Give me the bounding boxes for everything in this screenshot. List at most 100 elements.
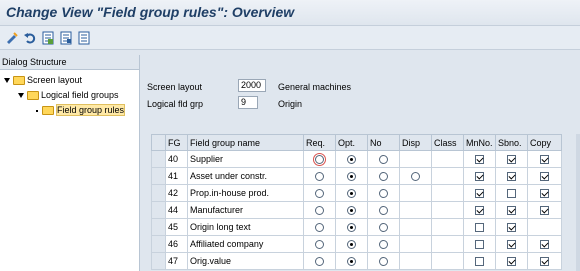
req-radio[interactable]: [315, 257, 324, 267]
req-radio[interactable]: [315, 189, 324, 199]
cell-mnno: [463, 218, 496, 236]
disp-radio[interactable]: [411, 172, 420, 182]
cell-no: [367, 201, 400, 219]
select-all-icon[interactable]: [58, 30, 74, 46]
opt-radio[interactable]: [347, 240, 356, 250]
req-radio[interactable]: [315, 172, 324, 182]
sbno-checkbox[interactable]: [507, 223, 516, 233]
opt-radio[interactable]: [347, 223, 356, 233]
column-header-fg[interactable]: FG: [165, 134, 188, 151]
expand-triangle-icon[interactable]: [4, 78, 10, 84]
cell-class: [431, 201, 464, 219]
cell-no: [367, 150, 400, 168]
row-selector[interactable]: [151, 184, 166, 202]
no-radio[interactable]: [379, 240, 388, 250]
copy-checkbox[interactable]: [540, 155, 549, 165]
mnno-checkbox[interactable]: [475, 257, 484, 267]
table-row[interactable]: 45 Origin long text: [151, 218, 562, 236]
copy-checkbox[interactable]: [540, 189, 549, 199]
tree-item-field-group-rules[interactable]: Field group rules: [36, 103, 126, 117]
column-header-class[interactable]: Class: [431, 134, 464, 151]
row-selector[interactable]: [151, 218, 166, 236]
copy-checkbox[interactable]: [540, 240, 549, 250]
cell-no: [367, 184, 400, 202]
table-row[interactable]: 47 Orig.value: [151, 252, 562, 270]
copy-checkbox[interactable]: [540, 257, 549, 267]
column-header-no[interactable]: No: [367, 134, 400, 151]
mnno-checkbox[interactable]: [475, 172, 484, 182]
logical-fld-grp-field[interactable]: 9: [238, 96, 258, 109]
column-header-disp[interactable]: Disp: [399, 134, 432, 151]
no-radio[interactable]: [379, 223, 388, 233]
row-selector[interactable]: [151, 252, 166, 270]
opt-radio[interactable]: [347, 155, 356, 165]
cell-fg: 47: [165, 252, 188, 270]
tree-item-label: Logical field groups: [41, 90, 119, 100]
copy-checkbox[interactable]: [540, 206, 549, 216]
mnno-checkbox[interactable]: [475, 240, 484, 250]
sbno-checkbox[interactable]: [507, 257, 516, 267]
cell-opt: [335, 235, 368, 253]
row-selector[interactable]: [151, 201, 166, 219]
mnno-checkbox[interactable]: [475, 206, 484, 216]
mnno-checkbox[interactable]: [475, 155, 484, 165]
no-radio[interactable]: [379, 189, 388, 199]
req-radio[interactable]: [315, 206, 324, 216]
cell-sbno: [495, 150, 528, 168]
row-selector[interactable]: [151, 235, 166, 253]
save-entries-icon[interactable]: [40, 30, 56, 46]
cell-copy: [527, 167, 562, 185]
req-radio[interactable]: [315, 155, 324, 165]
cell-disp: [399, 184, 432, 202]
table-row[interactable]: 40 Supplier: [151, 150, 562, 168]
column-header-copy[interactable]: Copy: [527, 134, 562, 151]
column-header-sbno[interactable]: Sbno.: [495, 134, 528, 151]
opt-radio[interactable]: [347, 257, 356, 267]
opt-radio[interactable]: [347, 189, 356, 199]
cell-fg: 44: [165, 201, 188, 219]
cell-field-group-name: Prop.in-house prod.: [187, 184, 304, 202]
sbno-checkbox[interactable]: [507, 206, 516, 216]
mnno-checkbox[interactable]: [475, 223, 484, 233]
row-select-all-header[interactable]: [151, 134, 166, 151]
req-radio[interactable]: [315, 223, 324, 233]
cell-field-group-name: Affiliated company: [187, 235, 304, 253]
no-radio[interactable]: [379, 206, 388, 216]
expand-triangle-icon[interactable]: [18, 93, 24, 99]
no-radio[interactable]: [379, 155, 388, 165]
no-radio[interactable]: [379, 257, 388, 267]
table-row[interactable]: 42 Prop.in-house prod.: [151, 184, 562, 202]
tree-item-logical-field-groups[interactable]: Logical field groups: [18, 88, 119, 102]
req-radio[interactable]: [315, 240, 324, 250]
vertical-scrollbar[interactable]: [576, 134, 580, 271]
opt-radio[interactable]: [347, 172, 356, 182]
table-row[interactable]: 44 Manufacturer: [151, 201, 562, 219]
screen-layout-field[interactable]: 2000: [238, 79, 266, 92]
deselect-icon[interactable]: [76, 30, 92, 46]
tree-item-screen-layout[interactable]: Screen layout: [4, 73, 82, 87]
table-row[interactable]: 46 Affiliated company: [151, 235, 562, 253]
cell-sbno: [495, 167, 528, 185]
column-header-opt[interactable]: Opt.: [335, 134, 368, 151]
copy-checkbox[interactable]: [540, 172, 549, 182]
column-header-req[interactable]: Req.: [303, 134, 336, 151]
sbno-checkbox[interactable]: [507, 155, 516, 165]
mnno-checkbox[interactable]: [475, 189, 484, 199]
column-header-name[interactable]: Field group name: [187, 134, 304, 151]
cell-fg: 46: [165, 235, 188, 253]
sbno-checkbox[interactable]: [507, 189, 516, 199]
cell-copy: [527, 218, 562, 236]
cell-opt: [335, 252, 368, 270]
cell-opt: [335, 150, 368, 168]
opt-radio[interactable]: [347, 206, 356, 216]
sbno-checkbox[interactable]: [507, 240, 516, 250]
row-selector[interactable]: [151, 167, 166, 185]
column-header-mnno[interactable]: MnNo.: [463, 134, 496, 151]
row-selector[interactable]: [151, 150, 166, 168]
sbno-checkbox[interactable]: [507, 172, 516, 182]
tree-item-label: Screen layout: [27, 75, 83, 85]
undo-icon[interactable]: [22, 30, 38, 46]
no-radio[interactable]: [379, 172, 388, 182]
table-row[interactable]: 41 Asset under constr.: [151, 167, 562, 185]
display-change-icon[interactable]: [4, 30, 20, 46]
